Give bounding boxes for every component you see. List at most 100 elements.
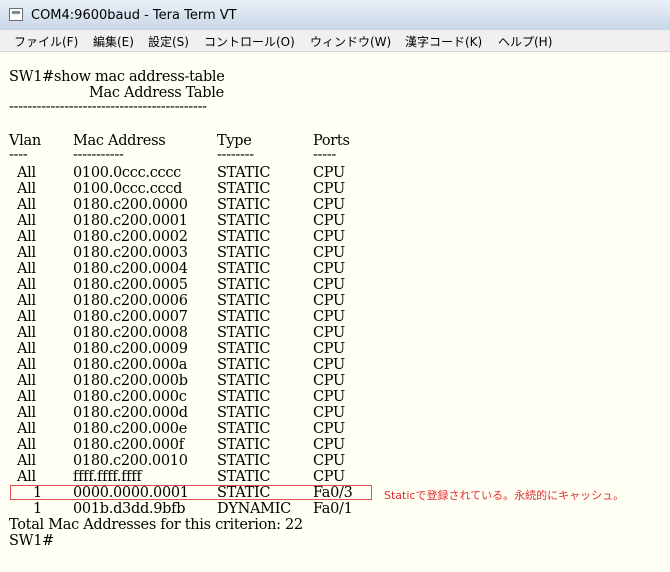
cell-mac-address: ffff.ffff.ffff (73, 469, 142, 485)
total-line: Total Mac Addresses for this criterion: … (9, 517, 303, 533)
menu-kanji-code[interactable]: 漢字コード(K) (405, 33, 482, 50)
annotation-note: Staticで登録されている。永続的にキャッシュ。 (384, 489, 625, 502)
cell-mac-address: 0180.c200.0003 (73, 245, 188, 261)
table-row: All 0180.c200.0010 STATIC CPU (9, 453, 659, 469)
cell-vlan: All (17, 469, 36, 485)
table-row: All 0180.c200.000d STATIC CPU (9, 405, 659, 421)
table-row: All 0180.c200.0001 STATIC CPU (9, 213, 659, 229)
cell-vlan: All (17, 437, 36, 453)
table-row: All ffff.ffff.ffff STATIC CPU (9, 469, 659, 485)
cell-type: DYNAMIC (217, 501, 291, 517)
cell-ports: CPU (313, 469, 345, 485)
cell-ports: Fa0/1 (313, 501, 353, 517)
cell-type: STATIC (217, 245, 271, 261)
cell-type: STATIC (217, 389, 271, 405)
cell-type: STATIC (217, 405, 271, 421)
cell-vlan: All (17, 213, 36, 229)
underline-ports: ----- (313, 147, 336, 163)
cell-ports: CPU (313, 373, 345, 389)
cell-mac-address: 0180.c200.000b (73, 373, 188, 389)
cell-type: STATIC (217, 165, 271, 181)
underline-type: -------- (217, 147, 254, 163)
table-row: All 0180.c200.0005 STATIC CPU (9, 277, 659, 293)
table-row: All 0100.0ccc.cccd STATIC CPU (9, 181, 659, 197)
cell-ports: CPU (313, 245, 345, 261)
cell-ports: CPU (313, 213, 345, 229)
menu-settings[interactable]: 設定(S) (148, 33, 189, 50)
terminal-screen[interactable]: SW1#show mac address-table Mac Address T… (0, 52, 670, 572)
cell-vlan: All (17, 197, 36, 213)
cell-type: STATIC (217, 309, 271, 325)
cell-ports: CPU (313, 405, 345, 421)
menu-help[interactable]: ヘルプ(H) (498, 33, 552, 50)
cell-mac-address: 0180.c200.0010 (73, 453, 188, 469)
table-row: All 0180.c200.0000 STATIC CPU (9, 197, 659, 213)
cell-mac-address: 0180.c200.000d (73, 405, 188, 421)
title-bar: COM4:9600baud - Tera Term VT (0, 0, 670, 31)
cell-type: STATIC (217, 453, 271, 469)
cell-ports: CPU (313, 261, 345, 277)
prompt-line: SW1# (9, 533, 55, 549)
cell-mac-address: 0180.c200.0005 (73, 277, 188, 293)
cell-type: STATIC (217, 181, 271, 197)
table-row: All 0180.c200.000a STATIC CPU (9, 357, 659, 373)
cell-ports: CPU (313, 389, 345, 405)
table-row: All 0180.c200.0003 STATIC CPU (9, 245, 659, 261)
cell-ports: CPU (313, 197, 345, 213)
cell-type: STATIC (217, 197, 271, 213)
cell-type: STATIC (217, 325, 271, 341)
cell-vlan: All (17, 453, 36, 469)
cell-vlan: All (17, 277, 36, 293)
table-row: All 0180.c200.0002 STATIC CPU (9, 229, 659, 245)
cell-mac-address: 0180.c200.000e (73, 421, 187, 437)
cell-vlan: 1 (33, 501, 42, 517)
cell-ports: CPU (313, 309, 345, 325)
underline-mac: ----------- (73, 147, 124, 163)
cell-vlan: All (17, 229, 36, 245)
menu-window[interactable]: ウィンドウ(W) (310, 33, 391, 50)
menu-file[interactable]: ファイル(F) (14, 33, 78, 50)
cell-mac-address: 0180.c200.0004 (73, 261, 188, 277)
cell-vlan: All (17, 325, 36, 341)
table-row: 1 001b.d3dd.9bfb DYNAMIC Fa0/1 (9, 501, 659, 517)
table-separator: ----------------------------------------… (9, 99, 207, 115)
table-row: All 0180.c200.0004 STATIC CPU (9, 261, 659, 277)
cell-mac-address: 0180.c200.0002 (73, 229, 188, 245)
cell-vlan: All (17, 309, 36, 325)
cell-type: STATIC (217, 261, 271, 277)
cell-type: STATIC (217, 293, 271, 309)
cell-vlan: All (17, 421, 36, 437)
cell-mac-address: 0100.0ccc.cccd (73, 181, 183, 197)
cell-mac-address: 0180.c200.0009 (73, 341, 188, 357)
cell-type: STATIC (217, 213, 271, 229)
cell-ports: CPU (313, 357, 345, 373)
cell-mac-address: 001b.d3dd.9bfb (73, 501, 186, 517)
cell-vlan: All (17, 293, 36, 309)
menu-edit[interactable]: 編集(E) (93, 33, 134, 50)
command-line: SW1#show mac address-table (9, 69, 225, 85)
table-row: All 0100.0ccc.cccc STATIC CPU (9, 165, 659, 181)
cell-ports: CPU (313, 277, 345, 293)
cell-mac-address: 0180.c200.0001 (73, 213, 188, 229)
table-row: All 0180.c200.000e STATIC CPU (9, 421, 659, 437)
cell-type: STATIC (217, 469, 271, 485)
cell-mac-address: 0180.c200.0008 (73, 325, 188, 341)
cell-type: STATIC (217, 373, 271, 389)
cell-type: STATIC (217, 421, 271, 437)
menu-bar: ファイル(F) 編集(E) 設定(S) コントロール(O) ウィンドウ(W) 漢… (0, 30, 670, 52)
cell-ports: CPU (313, 229, 345, 245)
table-row: All 0180.c200.000c STATIC CPU (9, 389, 659, 405)
cell-vlan: All (17, 389, 36, 405)
cell-type: STATIC (217, 437, 271, 453)
cell-type: STATIC (217, 357, 271, 373)
cell-vlan: All (17, 405, 36, 421)
cell-mac-address: 0180.c200.000f (73, 437, 184, 453)
teraterm-app-icon[interactable] (9, 8, 23, 21)
table-row: All 0180.c200.000f STATIC CPU (9, 437, 659, 453)
menu-control[interactable]: コントロール(O) (204, 33, 295, 50)
cell-ports: CPU (313, 293, 345, 309)
cell-vlan: All (17, 357, 36, 373)
cell-vlan: All (17, 341, 36, 357)
cell-ports: CPU (313, 421, 345, 437)
table-row: All 0180.c200.000b STATIC CPU (9, 373, 659, 389)
